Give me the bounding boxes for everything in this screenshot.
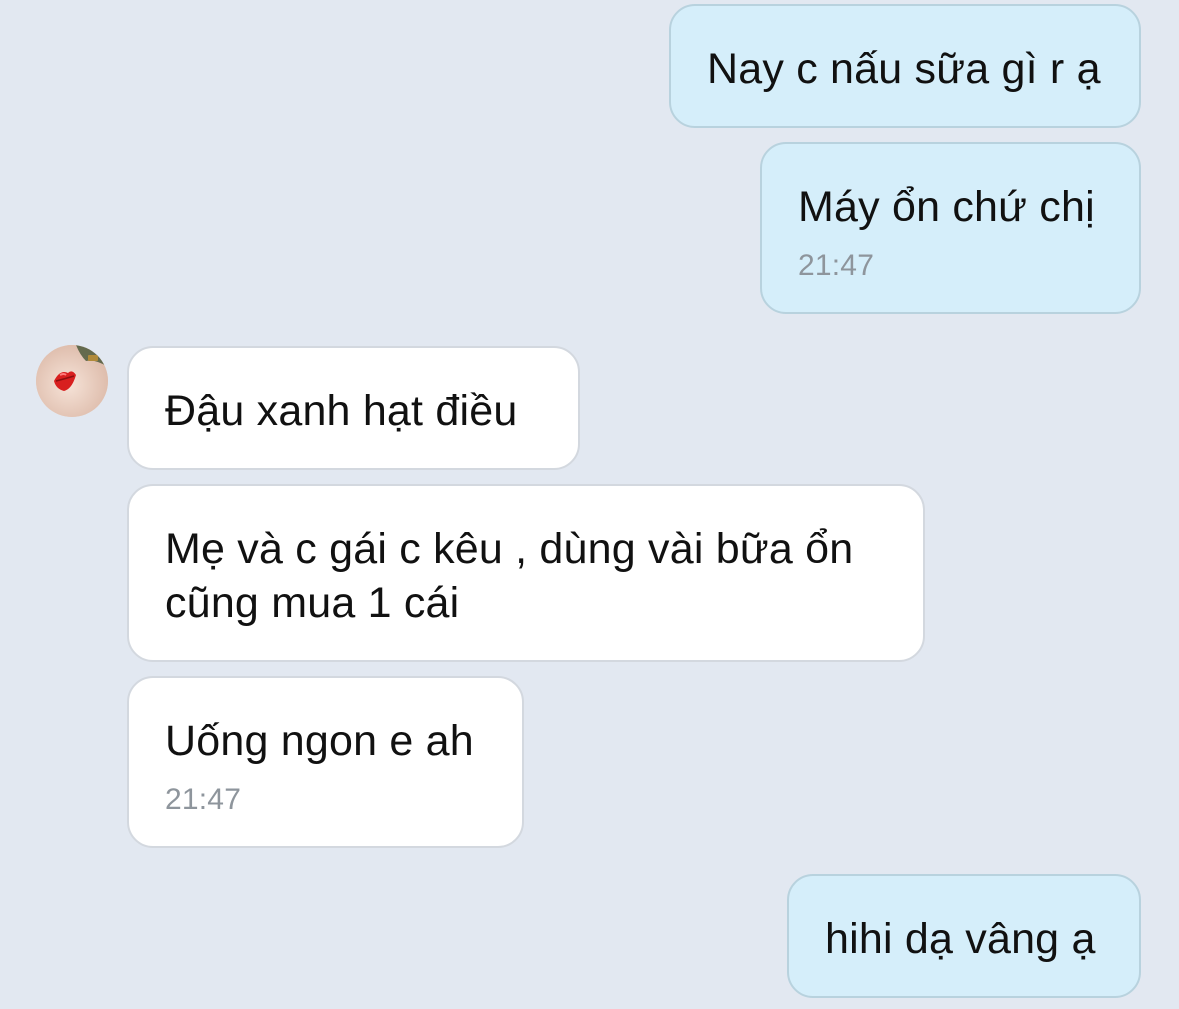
contact-avatar[interactable] xyxy=(36,345,108,417)
incoming-message-bubble[interactable]: Uống ngon e ah 21:47 xyxy=(127,676,524,848)
message-text: Nay c nấu sữa gì r ạ xyxy=(707,45,1101,93)
message-text: Đậu xanh hạt điều xyxy=(165,387,518,435)
incoming-message-bubble[interactable]: Mẹ và c gái c kêu , dùng vài bữa ổn cũng… xyxy=(127,484,925,662)
incoming-message-bubble[interactable]: Đậu xanh hạt điều xyxy=(127,346,580,470)
outgoing-message-bubble[interactable]: hihi dạ vâng ạ xyxy=(787,874,1141,998)
message-text: Mẹ và c gái c kêu , dùng vài bữa ổn cũng… xyxy=(165,525,854,627)
message-text: Uống ngon e ah xyxy=(165,717,474,765)
message-text: Máy ổn chứ chị xyxy=(798,183,1095,231)
outgoing-message-bubble[interactable]: Nay c nấu sữa gì r ạ xyxy=(669,4,1141,128)
message-timestamp: 21:47 xyxy=(798,249,875,282)
message-text: hihi dạ vâng ạ xyxy=(825,915,1096,963)
user-avatar-lips-icon xyxy=(36,345,108,417)
message-timestamp: 21:47 xyxy=(165,783,242,816)
outgoing-message-bubble[interactable]: Máy ổn chứ chị 21:47 xyxy=(760,142,1141,314)
chat-thread: Nay c nấu sữa gì r ạ Máy ổn chứ chị 21:4… xyxy=(0,0,1179,1009)
